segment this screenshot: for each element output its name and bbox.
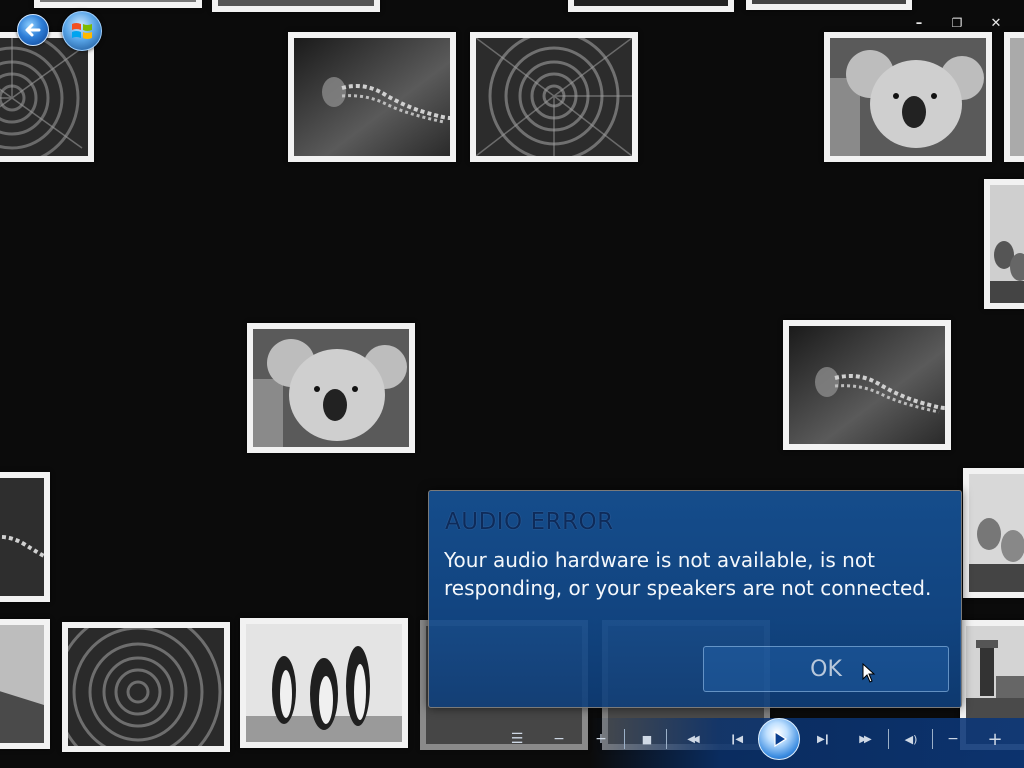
photo-tile[interactable] — [247, 323, 415, 453]
minimize-button[interactable]: – — [908, 14, 930, 32]
tulips-photo — [969, 474, 1024, 592]
photo-image — [40, 0, 196, 2]
photo-tile[interactable] — [824, 32, 992, 162]
mute-button[interactable]: ◀) — [900, 730, 922, 748]
volume-down-icon: − — [947, 731, 959, 747]
stop-button[interactable]: ■ — [638, 730, 656, 748]
stop-icon: ■ — [641, 732, 653, 746]
photo-image — [1010, 38, 1024, 156]
volume-down-button[interactable]: − — [944, 730, 962, 748]
fast-forward-icon: ▶▶ — [859, 733, 872, 745]
previous-button[interactable]: ❙◀ — [724, 730, 746, 748]
transport-separator — [666, 729, 667, 749]
mouse-cursor-icon — [862, 663, 876, 683]
dialog-message: Your audio hardware is not available, is… — [444, 548, 932, 600]
photo-tile[interactable] — [470, 32, 638, 162]
playlist-icon: ☰ — [510, 731, 524, 747]
close-icon: ✕ — [990, 15, 1002, 31]
ok-button[interactable]: OK — [703, 646, 949, 692]
photo-tile[interactable] — [240, 618, 408, 748]
photo-tile[interactable] — [1004, 32, 1024, 162]
tulips-photo — [990, 185, 1024, 303]
photo-tile[interactable] — [963, 468, 1024, 598]
restore-icon: ❐ — [951, 16, 963, 30]
playlist-button[interactable]: ☰ — [508, 730, 526, 748]
play-button[interactable] — [758, 718, 800, 760]
dialog-title: AUDIO ERROR — [445, 509, 614, 535]
rewind-button[interactable]: ◀◀ — [680, 730, 704, 748]
back-arrow-icon — [25, 23, 41, 37]
transport-separator — [624, 729, 625, 749]
plus-button[interactable]: + — [592, 730, 610, 748]
plus-icon: + — [595, 731, 607, 747]
transport-separator — [888, 729, 889, 749]
minus-button[interactable]: − — [550, 730, 568, 748]
jellyfish-photo — [294, 38, 450, 156]
volume-icon: ◀) — [904, 732, 918, 746]
dahlia-photo — [68, 628, 224, 746]
photo-tile[interactable] — [783, 320, 951, 450]
dahlia-photo — [476, 38, 632, 156]
volume-up-button[interactable]: + — [986, 728, 1004, 750]
photo-image — [574, 0, 728, 6]
desert-photo — [0, 625, 44, 743]
photo-tile[interactable] — [568, 0, 734, 12]
transport-separator — [932, 729, 933, 749]
next-button[interactable]: ▶❙ — [812, 730, 834, 748]
photo-tile[interactable] — [746, 0, 912, 10]
windows-logo-icon — [72, 23, 92, 39]
photo-image — [218, 0, 374, 6]
media-center-slideshow: – ❐ ✕ ☰ − + ■ ◀◀ ❙◀ ▶❙ ▶▶ ◀) − + AUDIO E… — [0, 0, 1024, 768]
minimize-icon: – — [915, 15, 923, 31]
audio-error-dialog: AUDIO ERROR Your audio hardware is not a… — [428, 490, 962, 708]
rewind-icon: ◀◀ — [687, 733, 700, 745]
volume-up-icon: + — [987, 728, 1003, 750]
photo-image — [752, 0, 906, 4]
jellyfish-photo — [789, 326, 945, 444]
photo-tile[interactable] — [288, 32, 456, 162]
photo-tile[interactable] — [0, 619, 50, 749]
penguins-photo — [246, 624, 402, 742]
next-icon: ▶❙ — [816, 733, 831, 745]
koala-photo — [830, 38, 986, 156]
photo-tile[interactable] — [984, 179, 1024, 309]
back-button[interactable] — [17, 14, 49, 46]
photo-tile[interactable] — [0, 32, 94, 162]
close-button[interactable]: ✕ — [985, 14, 1007, 32]
fast-forward-button[interactable]: ▶▶ — [852, 730, 876, 748]
photo-tile[interactable] — [34, 0, 202, 8]
koala-photo — [253, 329, 409, 447]
previous-icon: ❙◀ — [728, 733, 743, 745]
play-icon — [774, 730, 788, 748]
minus-icon: − — [553, 731, 565, 747]
ok-button-label: OK — [810, 656, 842, 682]
photo-tile[interactable] — [0, 472, 50, 602]
windows-start-button[interactable] — [62, 11, 102, 51]
restore-button[interactable]: ❐ — [946, 14, 968, 32]
jellyfish-photo — [0, 478, 44, 596]
dahlia-photo — [0, 38, 88, 156]
photo-tile[interactable] — [62, 622, 230, 752]
photo-tile[interactable] — [212, 0, 380, 12]
